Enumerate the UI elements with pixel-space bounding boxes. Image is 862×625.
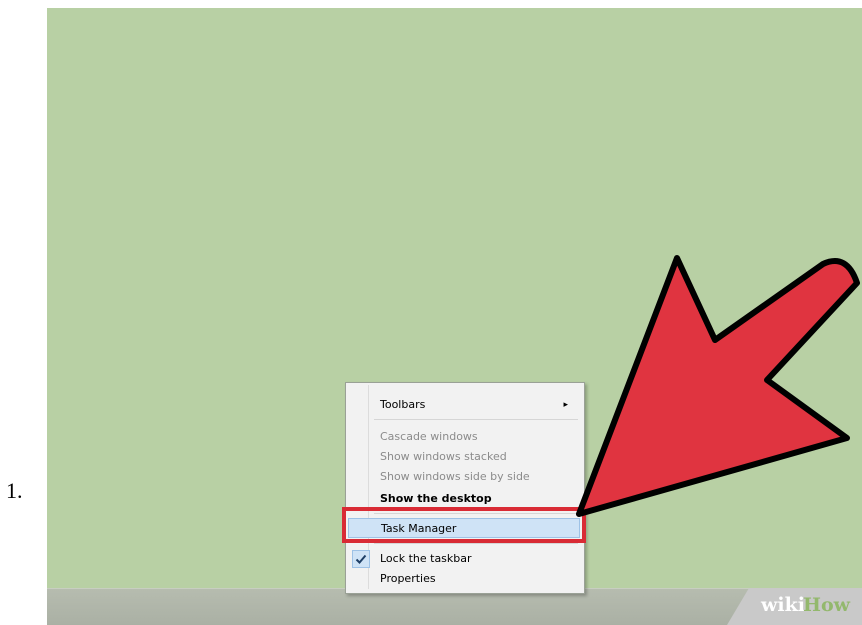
desktop-screenshot: Toolbars ▸ Cascade windows Show windows … xyxy=(47,8,862,625)
wikihow-watermark: wiki How xyxy=(727,588,862,625)
watermark-how-text: How xyxy=(803,594,850,616)
red-arrow-icon xyxy=(576,255,860,517)
watermark-wiki-text: wiki xyxy=(761,594,805,616)
page: 1. Toolbars ▸ Cascade windows Show windo… xyxy=(0,0,862,625)
step-number: 1. xyxy=(6,478,23,503)
